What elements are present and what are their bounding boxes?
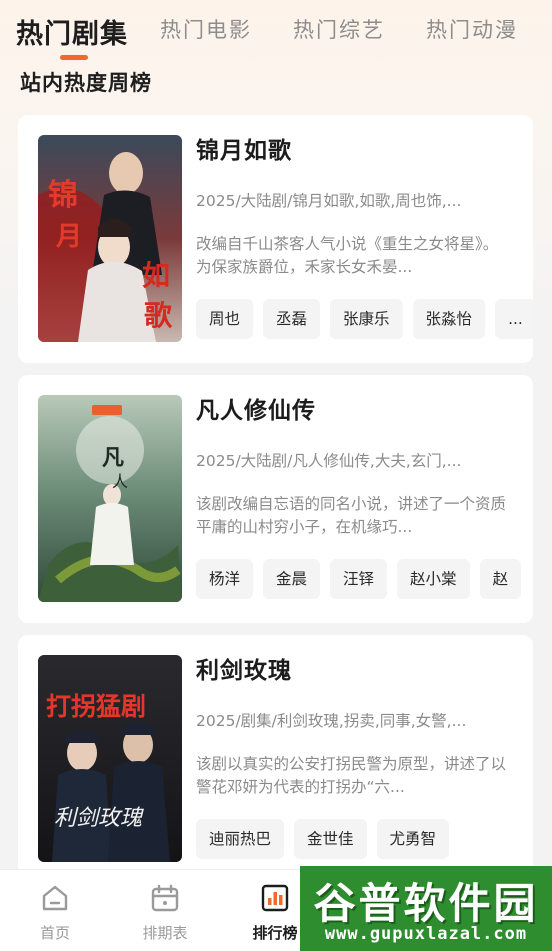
cast-chip[interactable]: 张淼怡 <box>412 299 486 339</box>
watermark-url: www.gupuxlazal.com <box>324 924 528 944</box>
drama-title[interactable]: 锦月如歌 <box>196 131 292 165</box>
drama-title[interactable]: 利剑玫瑰 <box>196 651 292 685</box>
svg-text:人: 人 <box>112 472 128 491</box>
svg-text:如: 如 <box>142 259 170 292</box>
cast-chip[interactable]: 杨洋 <box>196 559 254 599</box>
cast-chip[interactable]: 汪铎 <box>330 559 388 599</box>
svg-text:凡: 凡 <box>102 445 124 471</box>
poster-image[interactable]: 锦 月 如 歌 <box>38 135 182 342</box>
drama-description: 该剧改编自忘语的同名小说，讲述了一个资质平庸的山村穷小子，在机缘巧... <box>196 495 506 536</box>
cast-list: 迪丽热巴 金世佳 尤勇智 <box>196 819 533 861</box>
nav-schedule[interactable]: 排期表 <box>110 870 220 951</box>
poster-image[interactable]: 打拐猛剧 利剑玫瑰 <box>38 655 182 862</box>
cast-list: 周也 丞磊 张康乐 张淼怡... <box>196 299 533 341</box>
calendar-icon <box>151 884 179 912</box>
drama-card[interactable]: 凡 人 凡人修仙传 2025/大陆剧/凡人修仙传,大夫,玄门,... 该剧改编自… <box>18 375 533 623</box>
tab-hot-variety[interactable]: 热门综艺 <box>293 14 385 44</box>
cast-chip[interactable]: 丞磊 <box>263 299 321 339</box>
cast-chip[interactable]: 赵小棠 <box>397 559 470 599</box>
drama-meta: 2025/大陆剧/锦月如歌,如歌,周也饰,... <box>196 192 462 210</box>
drama-card[interactable]: 打拐猛剧 利剑玫瑰 利剑玫瑰 2025/剧集/利剑玫瑰,拐卖,同事,女警,...… <box>18 635 533 883</box>
poster-image[interactable]: 凡 人 <box>38 395 182 602</box>
tab-hot-anime[interactable]: 热门动漫 <box>426 14 518 44</box>
cast-chip[interactable]: 金晨 <box>263 559 321 599</box>
nav-home[interactable]: 首页 <box>0 870 110 951</box>
drama-meta: 2025/大陆剧/凡人修仙传,大夫,玄门,... <box>196 452 462 470</box>
tab-hot-series[interactable]: 热门剧集 <box>16 12 128 51</box>
cast-chip[interactable]: 金世佳 <box>294 819 367 859</box>
section-title: 站内热度周榜 <box>20 71 152 95</box>
cast-chip[interactable]: ... <box>495 299 533 339</box>
poster-top-text: 打拐猛剧 <box>46 692 146 721</box>
svg-text:歌: 歌 <box>144 299 173 332</box>
cast-list: 杨洋 金晨 汪铎 赵小棠赵 <box>196 559 533 601</box>
cast-chip[interactable]: 尤勇智 <box>376 819 450 859</box>
home-icon <box>42 885 68 911</box>
active-tab-indicator <box>60 55 88 60</box>
cast-chip[interactable]: 周也 <box>196 299 254 339</box>
ranking-chart-icon <box>261 884 289 912</box>
watermark-logo: 谷普软件园 www.gupuxlazal.com <box>300 866 552 951</box>
drama-description: 改编自千山茶客人气小说《重生之女将星》。为保家族爵位，禾家长女禾晏... <box>196 235 499 276</box>
cast-chip[interactable]: 迪丽热巴 <box>196 819 285 859</box>
svg-text:月: 月 <box>55 222 82 252</box>
drama-card[interactable]: 锦 月 如 歌 锦月如歌 2025/大陆剧/锦月如歌,如歌,周也饰,... 改编… <box>18 115 533 363</box>
drama-title[interactable]: 凡人修仙传 <box>196 391 316 425</box>
tab-hot-movies[interactable]: 热门电影 <box>160 14 252 44</box>
cast-chip[interactable]: 赵 <box>479 559 522 599</box>
drama-description: 该剧以真实的公安打拐民警为原型，讲述了以警花邓妍为代表的打拐办“六... <box>196 755 506 796</box>
poster-bottom-text: 利剑玫瑰 <box>54 806 144 831</box>
nav-schedule-label: 排期表 <box>142 924 188 942</box>
category-tabs: 热门剧集 热门电影 热门综艺 热门动漫 <box>0 0 552 64</box>
svg-text:锦: 锦 <box>48 178 78 213</box>
cast-chip[interactable]: 张康乐 <box>330 299 403 339</box>
nav-home-label: 首页 <box>39 924 70 942</box>
watermark-title: 谷普软件园 <box>313 879 539 928</box>
drama-meta: 2025/剧集/利剑玫瑰,拐卖,同事,女警,... <box>196 712 467 730</box>
